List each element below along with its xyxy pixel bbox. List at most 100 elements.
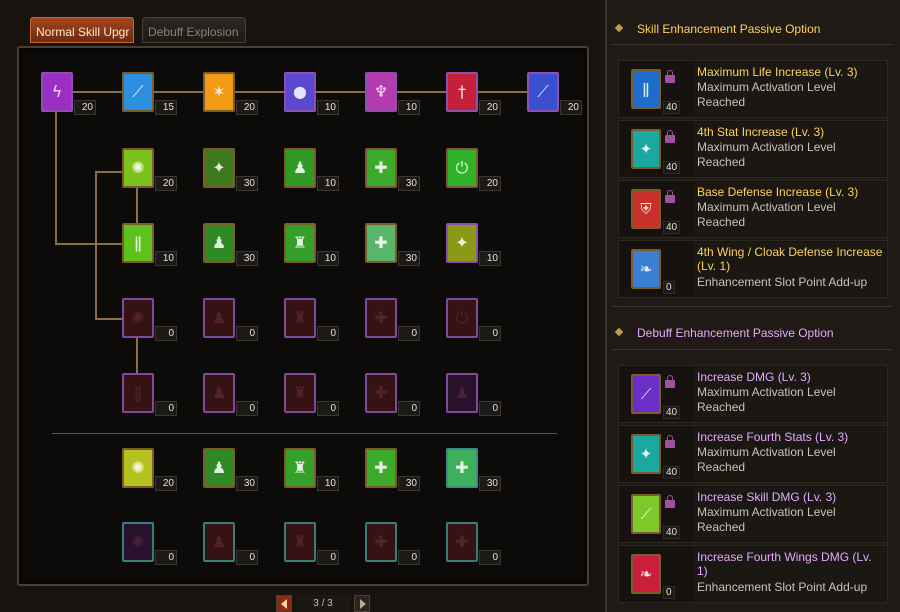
option-level-badge: 40: [663, 221, 681, 234]
skill-level-badge: 30: [236, 176, 258, 191]
skill-node[interactable]: ϟ 20: [41, 72, 96, 115]
skill-node[interactable]: ✺ 20: [122, 448, 177, 491]
skill-node[interactable]: ♜ 10: [284, 448, 339, 491]
skill-node-locked[interactable]: ✺ 0: [122, 298, 177, 341]
passive-option[interactable]: ❧ 0 4th Wing / Cloak Defense Increase (L…: [618, 240, 888, 298]
connector-line: [136, 188, 138, 223]
skill-node-locked[interactable]: ✚ 0: [365, 373, 420, 416]
skill-level-badge: 0: [398, 550, 420, 565]
skill-node-locked[interactable]: ♜ 0: [284, 522, 339, 565]
spark-icon: ✦: [639, 140, 653, 158]
slash-glyph-icon: ⟋: [640, 505, 652, 523]
skill-node[interactable]: ♜ 10: [284, 223, 339, 266]
skill-node[interactable]: ✦ 30: [203, 148, 258, 191]
skill-node-locked[interactable]: ✺ 0: [122, 522, 177, 565]
skill-node[interactable]: ✶ 20: [203, 72, 258, 115]
skill-enhancement-header: Skill Enhancement Passive Option: [612, 21, 892, 39]
cross-icon: ✚: [374, 308, 388, 327]
skill-level-badge: 0: [317, 401, 339, 416]
passive-option[interactable]: ✦ 40 Increase Fourth Stats (Lv. 3) Maxim…: [618, 425, 888, 483]
option-title: 4th Stat Increase (Lv. 3): [697, 125, 825, 139]
passive-option[interactable]: ⟋ 40 Increase DMG (Lv. 3) Maximum Activa…: [618, 365, 888, 423]
connector-line: [55, 110, 57, 245]
spark-icon: ✦: [639, 445, 653, 463]
skill-node[interactable]: ♆ 10: [365, 72, 420, 115]
passive-option[interactable]: ⛨ 40 Base Defense Increase (Lv. 3) Maxim…: [618, 180, 888, 238]
passive-option[interactable]: ❧ 0 Increase Fourth Wings DMG (Lv. 1) En…: [618, 545, 888, 603]
skill-node[interactable]: ✚ 30: [365, 148, 420, 191]
skill-node-locked[interactable]: ♟ 0: [446, 373, 501, 416]
skill-node[interactable]: ♟ 30: [203, 223, 258, 266]
skill-icon: ✺: [122, 448, 154, 488]
stat-icon: ✦: [631, 129, 661, 169]
skill-level-badge: 20: [74, 100, 96, 115]
skill-node[interactable]: ✺ 20: [122, 148, 177, 191]
skill-node[interactable]: ✚ 30: [446, 448, 501, 491]
skill-icon: ♟: [203, 522, 235, 562]
skill-node-locked[interactable]: ♟ 0: [203, 373, 258, 416]
section-separator: [612, 349, 892, 350]
skill-node-locked[interactable]: ♜ 0: [284, 373, 339, 416]
figure-icon: ♟: [292, 158, 308, 177]
cross-icon: ✚: [455, 458, 469, 477]
option-level-badge: 0: [663, 586, 675, 599]
pillar-icon: ǁ: [134, 233, 142, 252]
skill-icon: †: [446, 72, 478, 112]
skill-node[interactable]: ⟋ 20: [527, 72, 582, 115]
flame-icon: ✶: [212, 82, 226, 101]
skill-node-locked[interactable]: ✚ 0: [365, 522, 420, 565]
claw-icon: ✺: [131, 158, 145, 177]
passive-option[interactable]: ✦ 40 4th Stat Increase (Lv. 3) Maximum A…: [618, 120, 888, 178]
bolt-icon: ϟ: [51, 82, 63, 101]
skill-icon: ✚: [446, 522, 478, 562]
skill-node[interactable]: ✚ 30: [365, 448, 420, 491]
skill-level-badge: 0: [155, 550, 177, 565]
skill-node[interactable]: ✚ 30: [365, 223, 420, 266]
connector-line: [55, 243, 123, 245]
skill-level-badge: 0: [317, 550, 339, 565]
pillar-icon: ǁ: [642, 80, 650, 98]
skill-node[interactable]: ǁ 10: [122, 223, 177, 266]
skill-node[interactable]: ⟋ 15: [122, 72, 177, 115]
section-title: Skill Enhancement Passive Option: [637, 22, 821, 36]
debuff-enhancement-header: Debuff Enhancement Passive Option: [612, 325, 892, 343]
cross-icon: ✚: [374, 158, 388, 177]
skill-node-locked[interactable]: ǁ0: [122, 373, 177, 416]
figure-icon: ♟: [211, 458, 227, 477]
skill-node[interactable]: ⏻ 20: [446, 148, 501, 191]
skill-node-locked[interactable]: ♜ 0: [284, 298, 339, 341]
passive-option[interactable]: ⟋ 40 Increase Skill DMG (Lv. 3) Maximum …: [618, 485, 888, 543]
skill-node[interactable]: ● 10: [284, 72, 339, 115]
connector-line: [136, 338, 138, 373]
skill-icon: ♜: [284, 522, 316, 562]
next-page-button[interactable]: [354, 595, 370, 612]
option-title: Base Defense Increase (Lv. 3): [697, 185, 859, 199]
wing-icon: ❧: [631, 554, 661, 594]
option-level-badge: 40: [663, 161, 681, 174]
strike-icon: ⟋: [132, 82, 144, 101]
tab-debuff-explosion[interactable]: Debuff Explosion: [142, 17, 246, 43]
skill-node[interactable]: † 20: [446, 72, 501, 115]
option-status: Maximum Activation Level Reached: [697, 200, 836, 229]
pillar-icon: ǁ: [134, 383, 142, 402]
prev-page-button[interactable]: [276, 595, 292, 612]
tab-normal-skill-upgrade[interactable]: Normal Skill Upgr: [30, 17, 134, 43]
skill-node-locked[interactable]: ♟ 0: [203, 522, 258, 565]
wing-icon: ❧: [631, 249, 661, 289]
skill-node[interactable]: ♟ 30: [203, 448, 258, 491]
stat-icon: ✦: [631, 434, 661, 474]
skill-node-locked[interactable]: ♟ 0: [203, 298, 258, 341]
skill-level-badge: 30: [479, 476, 501, 491]
skill-node-locked[interactable]: ⏻ 0: [446, 298, 501, 341]
option-status: Maximum Activation Level Reached: [697, 140, 836, 169]
passive-option[interactable]: ǁ 40 Maximum Life Increase (Lv. 3) Maxim…: [618, 60, 888, 118]
skill-node[interactable]: ✦ 10: [446, 223, 501, 266]
connector-line: [95, 318, 123, 320]
skill-node[interactable]: ♟ 10: [284, 148, 339, 191]
skill-node-locked[interactable]: ✚ 0: [365, 298, 420, 341]
lock-icon: [665, 190, 675, 203]
skill-icon: ǁ: [122, 373, 154, 413]
skill-icon: ⟋: [527, 72, 559, 112]
skill-node-locked[interactable]: ✚ 0: [446, 522, 501, 565]
feather-icon: ❧: [639, 565, 653, 583]
